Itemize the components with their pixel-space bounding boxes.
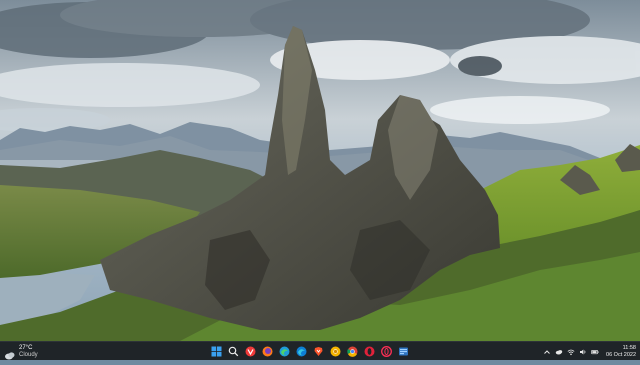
cloud-icon (4, 347, 16, 360)
edge-beta-icon[interactable] (278, 345, 291, 358)
vivaldi-icon[interactable] (244, 345, 257, 358)
clock-date: 06 Oct 2022 (606, 351, 636, 358)
weather-condition: Cloudy (19, 351, 38, 358)
chrome-icon[interactable] (346, 345, 359, 358)
cloud-sync-icon[interactable] (555, 348, 563, 356)
taskbar-apps (210, 344, 410, 359)
desktop-wallpaper (0, 0, 640, 341)
chrome-canary-icon[interactable] (329, 345, 342, 358)
search-icon[interactable] (227, 345, 240, 358)
weather-temperature: 27°C (19, 344, 33, 351)
battery-icon[interactable] (591, 348, 599, 356)
edge-icon[interactable] (295, 345, 308, 358)
brave-icon[interactable] (312, 345, 325, 358)
clock-time: 11:58 (622, 344, 636, 351)
windows-logo-icon[interactable] (210, 345, 223, 358)
file-manager-icon[interactable] (397, 345, 410, 358)
clock[interactable]: 11:58 06 Oct 2022 (606, 345, 636, 359)
weather-widget[interactable]: 27°C Cloudy (4, 343, 38, 360)
system-tray: 11:58 06 Oct 2022 (543, 343, 636, 360)
taskbar: 27°C Cloudy 11:58 06 Oct 2022 (0, 341, 640, 360)
opera-icon[interactable] (363, 345, 376, 358)
volume-icon[interactable] (579, 348, 587, 356)
opera-gx-icon[interactable] (380, 345, 393, 358)
network-icon[interactable] (567, 348, 575, 356)
firefox-icon[interactable] (261, 345, 274, 358)
chevron-up-icon[interactable] (543, 348, 551, 356)
